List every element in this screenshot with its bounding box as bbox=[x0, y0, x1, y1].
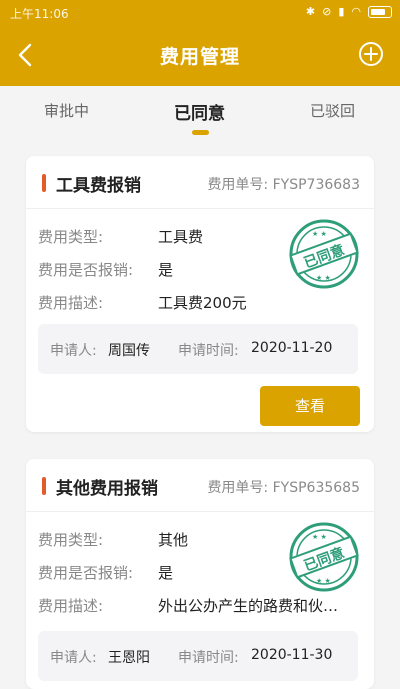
apply-time-label: 申请时间: bbox=[178, 650, 239, 666]
applicant-value: 周国传 bbox=[108, 343, 150, 359]
active-tab-indicator bbox=[192, 130, 209, 135]
expense-type-value: 其他 bbox=[158, 531, 189, 549]
expense-card[interactable]: 工具费报销 费用单号: FYSP736683 费用类型: 工具费 费用是否报销:… bbox=[26, 156, 374, 432]
reimbursable-label: 费用是否报销: bbox=[38, 564, 134, 582]
signal-icon: ▮ bbox=[338, 5, 345, 18]
approved-stamp: ★ ★ ★ ★ 已同意 bbox=[288, 218, 360, 290]
expense-type-value: 工具费 bbox=[158, 228, 204, 246]
svg-text:★ ★: ★ ★ bbox=[316, 274, 331, 282]
applicant-label: 申请人: bbox=[50, 650, 97, 666]
tab-pending[interactable]: 审批中 bbox=[44, 100, 89, 121]
title-accent-bar bbox=[42, 477, 46, 495]
tab-approved[interactable]: 已同意 bbox=[174, 99, 225, 124]
battery-icon bbox=[368, 6, 392, 18]
page-title: 费用管理 bbox=[159, 46, 240, 68]
tab-bar: 审批中 已同意 已驳回 bbox=[0, 86, 400, 142]
expense-number-label: 费用单号: bbox=[207, 480, 269, 496]
applicant-label: 申请人: bbox=[50, 343, 97, 359]
do-not-disturb-icon: ⊘ bbox=[322, 5, 332, 18]
expense-number: 费用单号: FYSP736683 bbox=[207, 174, 360, 194]
expense-number-value: FYSP736683 bbox=[272, 177, 360, 193]
reimbursable-value: 是 bbox=[158, 564, 174, 582]
apply-time-value: 2020-11-20 bbox=[251, 340, 333, 356]
description-value: 工具费200元 bbox=[158, 294, 247, 312]
svg-text:★ ★: ★ ★ bbox=[312, 533, 327, 541]
bluetooth-icon: ✱ bbox=[305, 5, 316, 18]
expense-type-label: 费用类型: bbox=[38, 531, 104, 549]
expense-number-value: FYSP635685 bbox=[272, 480, 360, 496]
card-title: 其他费用报销 bbox=[56, 479, 158, 499]
app-bar: 费用管理 bbox=[0, 26, 400, 86]
reimbursable-label: 费用是否报销: bbox=[38, 261, 134, 279]
svg-text:★ ★: ★ ★ bbox=[312, 230, 327, 238]
card-header: 工具费报销 费用单号: FYSP736683 bbox=[26, 156, 374, 209]
view-button[interactable]: 查看 bbox=[260, 386, 360, 426]
expense-number-label: 费用单号: bbox=[207, 177, 269, 193]
status-bar: 上午11:06 ✱ ⊘ ▮ ◠ bbox=[0, 0, 400, 26]
status-time: 上午11:06 bbox=[10, 7, 69, 21]
wifi-icon: ◠ bbox=[351, 5, 361, 18]
add-icon[interactable] bbox=[358, 41, 384, 67]
expense-number: 费用单号: FYSP635685 bbox=[207, 477, 360, 497]
applicant-box: 申请人: 王恩阳 申请时间: 2020-11-30 bbox=[38, 631, 358, 681]
applicant-box: 申请人: 周国传 申请时间: 2020-11-20 bbox=[38, 324, 358, 374]
expense-type-label: 费用类型: bbox=[38, 228, 104, 246]
description-value: 外出公办产生的路费和伙… bbox=[158, 597, 339, 615]
approved-stamp: ★ ★ ★ ★ 已同意 bbox=[288, 521, 360, 593]
tab-rejected[interactable]: 已驳回 bbox=[310, 100, 355, 121]
apply-time-value: 2020-11-30 bbox=[251, 647, 333, 663]
status-icons: ✱ ⊘ ▮ ◠ bbox=[306, 5, 392, 19]
reimbursable-value: 是 bbox=[158, 261, 174, 279]
expense-card[interactable]: 其他费用报销 费用单号: FYSP635685 费用类型: 其他 费用是否报销:… bbox=[26, 459, 374, 689]
card-title: 工具费报销 bbox=[56, 176, 141, 196]
description-label: 费用描述: bbox=[38, 294, 104, 312]
apply-time-label: 申请时间: bbox=[178, 343, 239, 359]
card-header: 其他费用报销 费用单号: FYSP635685 bbox=[26, 459, 374, 512]
title-accent-bar bbox=[42, 174, 46, 192]
svg-text:★ ★: ★ ★ bbox=[316, 577, 331, 585]
description-label: 费用描述: bbox=[38, 597, 104, 615]
applicant-value: 王恩阳 bbox=[108, 650, 150, 666]
